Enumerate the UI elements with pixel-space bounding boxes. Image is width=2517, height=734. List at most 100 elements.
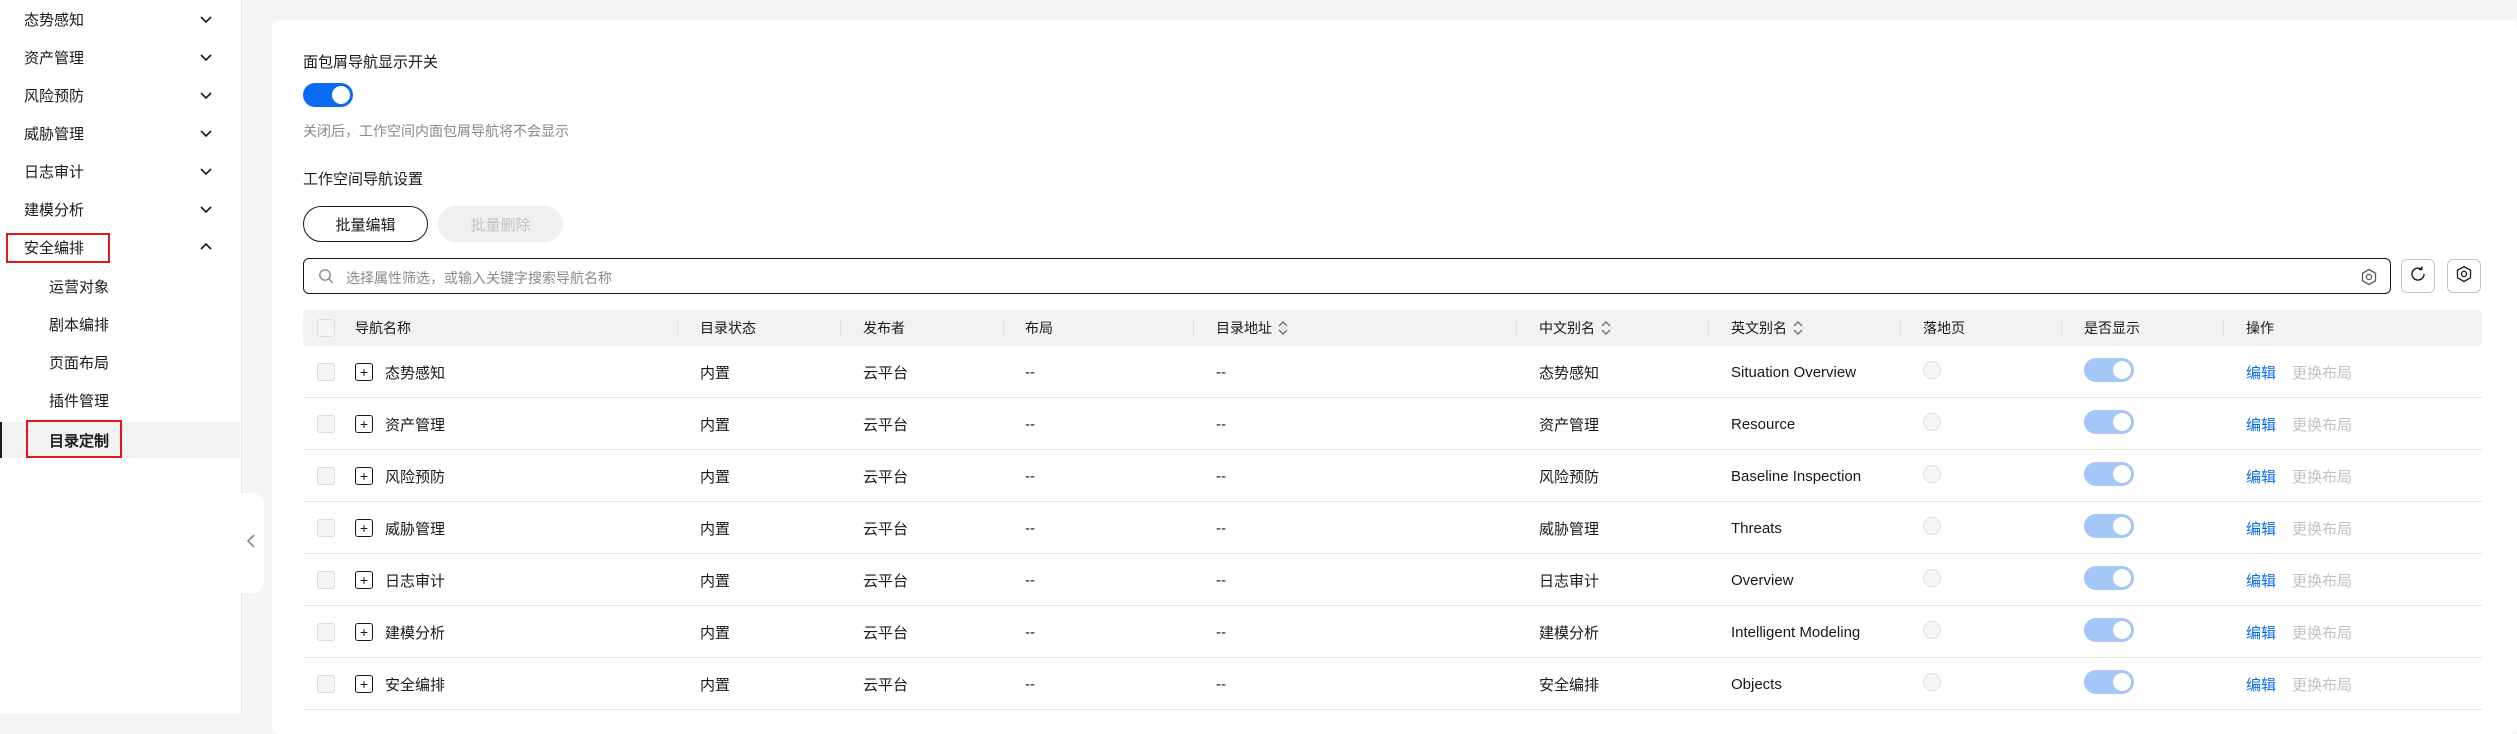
change-layout-link: 更换布局	[2292, 520, 2353, 538]
breadcrumb-hint: 关闭后，工作空间内面包屑导航将不会显示	[303, 123, 569, 139]
gear-icon[interactable]	[2360, 268, 2378, 286]
sidebar-subitem-playbooks[interactable]: 剧本编排	[0, 306, 240, 342]
display-toggle	[2084, 514, 2134, 538]
sidebar-subitem-objects[interactable]: 运营对象	[0, 268, 240, 304]
sidebar-item-threats[interactable]: 威胁管理	[0, 114, 242, 152]
sidebar-subitem-plugins[interactable]: 插件管理	[0, 382, 240, 418]
sort-icon	[1601, 321, 1611, 335]
display-toggle	[2084, 358, 2134, 382]
landing-page-radio	[1923, 465, 1941, 483]
cell-publisher: 云平台	[863, 676, 909, 694]
cell-nav-name: 威胁管理	[385, 520, 446, 538]
edit-link[interactable]: 编辑	[2246, 466, 2276, 487]
expand-icon[interactable]: +	[355, 571, 373, 589]
sidebar-item-risk[interactable]: 风险预防	[0, 76, 242, 114]
edit-link[interactable]: 编辑	[2246, 622, 2276, 643]
row-checkbox[interactable]	[317, 571, 335, 589]
edit-link[interactable]: 编辑	[2246, 518, 2276, 539]
change-layout-link: 更换布局	[2292, 624, 2353, 642]
edit-link[interactable]: 编辑	[2246, 674, 2276, 695]
header-en-alias-label: 英文别名	[1731, 320, 1787, 336]
toggle-knob	[2113, 413, 2131, 431]
cell-actions: 编辑 更换布局	[2246, 450, 2352, 502]
expand-icon[interactable]: +	[355, 363, 373, 381]
search-input[interactable]: 选择属性筛选，或输入关键字搜索导航名称	[303, 258, 2391, 294]
cell-status: 内置	[700, 520, 731, 538]
sort-icon	[1793, 321, 1803, 335]
landing-page-radio	[1923, 413, 1941, 431]
expand-icon[interactable]: +	[355, 623, 373, 641]
landing-page-radio	[1923, 621, 1941, 639]
cell-status: 内置	[700, 676, 731, 694]
batch-delete-button[interactable]: 批量删除	[438, 206, 563, 242]
cell-publisher: 云平台	[863, 468, 909, 486]
header-address-label: 目录地址	[1216, 320, 1272, 336]
column-divider	[1003, 319, 1004, 337]
sidebar-item-label: 日志审计	[24, 163, 85, 181]
cell-nav-name: 建模分析	[385, 624, 446, 642]
row-checkbox[interactable]	[317, 467, 335, 485]
cell-address: --	[1216, 363, 1226, 381]
breadcrumb-switch-title: 面包屑导航显示开关	[303, 54, 439, 71]
cell-en-alias: Resource	[1731, 415, 1796, 433]
collapse-sidebar-button[interactable]	[238, 493, 264, 593]
row-checkbox[interactable]	[317, 415, 335, 433]
expand-icon[interactable]: +	[355, 519, 373, 537]
edit-link[interactable]: 编辑	[2246, 362, 2276, 383]
cell-nav-name: 日志审计	[385, 572, 446, 590]
edit-link[interactable]: 编辑	[2246, 570, 2276, 591]
cell-status: 内置	[700, 624, 731, 642]
header-cn-alias-label: 中文别名	[1539, 320, 1595, 336]
cell-en-alias: Overview	[1731, 571, 1794, 589]
header-en-alias[interactable]: 英文别名	[1731, 310, 1803, 346]
table-row: + 态势感知 内置 云平台 -- -- 态势感知 Situation Overv…	[303, 346, 2482, 398]
sidebar-item-situation[interactable]: 态势感知	[0, 0, 242, 38]
refresh-button[interactable]	[2401, 259, 2435, 293]
header-cn-alias[interactable]: 中文别名	[1539, 310, 1611, 346]
breadcrumb-toggle[interactable]	[303, 83, 353, 107]
sidebar-item-label: 威胁管理	[24, 125, 85, 143]
column-divider	[1193, 319, 1194, 337]
row-checkbox[interactable]	[317, 623, 335, 641]
cell-layout: --	[1025, 415, 1035, 433]
table-row: + 建模分析 内置 云平台 -- -- 建模分析 Intelligent Mod…	[303, 606, 2482, 658]
cell-actions: 编辑 更换布局	[2246, 554, 2352, 606]
cell-address: --	[1216, 415, 1226, 433]
row-checkbox[interactable]	[317, 675, 335, 693]
chevron-down-icon	[198, 11, 214, 27]
expand-icon[interactable]: +	[355, 675, 373, 693]
cell-en-alias: Intelligent Modeling	[1731, 623, 1861, 641]
toggle-knob	[2113, 465, 2131, 483]
row-checkbox[interactable]	[317, 363, 335, 381]
cell-cn-alias: 威胁管理	[1539, 520, 1600, 538]
table-settings-button[interactable]	[2447, 259, 2481, 293]
cell-cn-alias: 日志审计	[1539, 572, 1600, 590]
sidebar-subitem-layout[interactable]: 页面布局	[0, 344, 240, 380]
batch-edit-button[interactable]: 批量编辑	[303, 206, 428, 242]
expand-icon[interactable]: +	[355, 415, 373, 433]
header-address[interactable]: 目录地址	[1216, 310, 1288, 346]
cell-publisher: 云平台	[863, 572, 909, 590]
cell-address: --	[1216, 675, 1226, 693]
edit-link[interactable]: 编辑	[2246, 414, 2276, 435]
landing-page-radio	[1923, 361, 1941, 379]
chevron-down-icon	[198, 163, 214, 179]
cell-publisher: 云平台	[863, 520, 909, 538]
change-layout-link: 更换布局	[2292, 364, 2353, 382]
cell-nav-name: 资产管理	[385, 416, 446, 434]
table-header: 导航名称 目录状态 发布者 布局 目录地址 中文别名 英文别名 落地页 是否显示…	[303, 310, 2482, 346]
main-panel: 面包屑导航显示开关 关闭后，工作空间内面包屑导航将不会显示 工作空间导航设置 批…	[272, 20, 2517, 734]
sidebar-item-modeling[interactable]: 建模分析	[0, 190, 242, 228]
sidebar-item-assets[interactable]: 资产管理	[0, 38, 242, 76]
expand-icon[interactable]: +	[355, 467, 373, 485]
workspace-nav-title: 工作空间导航设置	[303, 171, 424, 188]
table-row: + 安全编排 内置 云平台 -- -- 安全编排 Objects 编辑 更换布局	[303, 658, 2482, 710]
cell-address: --	[1216, 467, 1226, 485]
toggle-knob	[2113, 361, 2131, 379]
row-checkbox[interactable]	[317, 519, 335, 537]
sidebar-item-logs[interactable]: 日志审计	[0, 152, 242, 190]
sidebar-subitem-label: 插件管理	[49, 392, 110, 410]
select-all-checkbox[interactable]	[317, 319, 335, 337]
sidebar-item-label: 态势感知	[24, 11, 85, 29]
cell-address: --	[1216, 571, 1226, 589]
